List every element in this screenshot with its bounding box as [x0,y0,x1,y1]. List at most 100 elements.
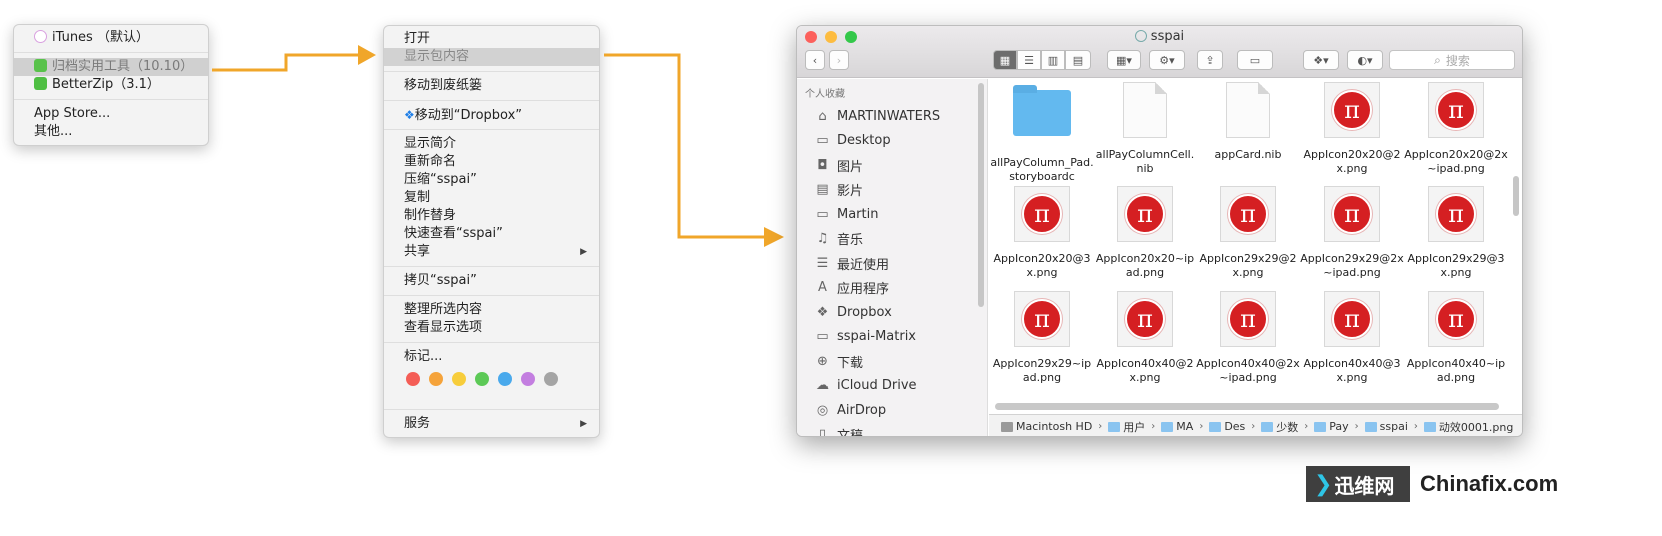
sidebar-item--[interactable]: ▯ 文稿 [797,423,987,436]
arrange-button[interactable]: ▦▾ [1107,50,1141,70]
file-item[interactable]: π AppIcon20x20@2x~ipad.png [1404,82,1508,176]
titlebar: sspai ‹ › ▦ ☰ ▥ ▤ ▦▾ ⚙▾ ⇪ ▭ ❖▾ ◐▾ ⌕ 搜索 [797,26,1522,78]
extension-icon: ◐▾ [1357,53,1373,67]
search-icon: ⌕ [1434,52,1441,67]
icon-view-button[interactable]: ▦ [993,50,1017,70]
column-view-button[interactable]: ▥ [1041,50,1065,70]
image-thumbnail: π [1014,186,1070,242]
dropbox-toolbar-button[interactable]: ❖▾ [1303,50,1339,70]
chevron-right-icon: › [1354,421,1359,432]
file-item[interactable]: π AppIcon40x40@2x~ipad.png [1196,291,1300,385]
file-thumbnail: π [1427,186,1485,244]
sidebar-item-sspai-matrix[interactable]: ▭ sspai-Matrix [797,325,987,350]
file-grid: allPayColumn_Pad.storyboardc allPayColumn… [989,79,1522,414]
file-item[interactable]: π AppIcon20x20~ipad.png [1093,186,1197,280]
file-item[interactable]: π AppIcon29x29@3x.png [1404,186,1508,280]
path-segment[interactable]: Pay [1314,420,1349,433]
sidebar-item-label: 应用程序 [837,282,890,298]
sidebar-item--[interactable]: ▤ 影片 [797,178,987,203]
sidebar-item-label: AirDrop [837,402,887,418]
file-item[interactable]: allPayColumnCell.nib [1093,82,1197,176]
action-button[interactable]: ⚙▾ [1149,50,1185,70]
file-name: allPayColumn_Pad.storyboardc [990,156,1094,183]
file-name: AppIcon20x20@2x.png [1303,148,1401,175]
watermark-site: Chinafix.com [1420,471,1559,496]
folder-icon [1261,421,1274,432]
arrow-head [764,227,784,247]
file-thumbnail: π [1013,186,1071,244]
file-name: AppIcon29x29@3x.png [1407,252,1505,279]
path-segment[interactable]: Macintosh HD [1001,420,1092,433]
arrow-openwith-to-context [212,53,362,72]
pi-logo-icon: π [1228,194,1268,234]
gear-icon: ⚙▾ [1159,53,1175,67]
file-item[interactable]: π AppIcon29x29@2x~ipad.png [1300,186,1404,280]
file-thumbnail: π [1323,82,1381,140]
sidebar-item--[interactable]: ☰ 最近使用 [797,251,987,276]
file-item[interactable]: appCard.nib [1196,82,1300,162]
path-bar: Macintosh HD › 用户 › MA › Des › 少数 › Pay › sspai › 动效00… [989,414,1522,436]
extension-toolbar-button[interactable]: ◐▾ [1347,50,1383,70]
file-thumbnail: π [1219,291,1277,349]
file-item[interactable]: π AppIcon20x20@2x.png [1300,82,1404,176]
sidebar-item--[interactable]: ◘ 图片 [797,153,987,178]
file-item[interactable]: π AppIcon40x40@3x.png [1300,291,1404,385]
file-item[interactable]: allPayColumn_Pad.storyboardc [990,82,1094,184]
file-item[interactable]: π AppIcon29x29~ipad.png [990,291,1094,385]
path-segment-label: Macintosh HD [1016,420,1093,433]
file-thumbnail [1219,82,1277,140]
sidebar-item-martinwaters[interactable]: ⌂ MARTINWATERS [797,104,987,129]
file-thumbnail: π [1427,82,1485,140]
sidebar-item-martin[interactable]: ▭ Martin [797,202,987,227]
sidebar-item-desktop[interactable]: ▭ Desktop [797,129,987,154]
folder-icon [1209,421,1222,432]
horizontal-scrollbar[interactable] [995,403,1499,410]
applications-icon: A [818,280,827,296]
file-item[interactable]: π AppIcon40x40@2x.png [1093,291,1197,385]
folder-icon [1364,421,1377,432]
file-item[interactable]: π AppIcon20x20@3x.png [990,186,1094,280]
sidebar-item--[interactable]: A 应用程序 [797,276,987,301]
desktop-icon: ▭ [816,133,829,149]
tag-icon: ▭ [1249,53,1261,67]
tags-button[interactable]: ▭ [1237,50,1273,70]
sidebar-item-airdrop[interactable]: ◎ AirDrop [797,398,987,423]
file-name: AppIcon40x40~ipad.png [1406,357,1506,384]
file-thumbnail: π [1116,291,1174,349]
sidebar-item-dropbox[interactable]: ❖ Dropbox [797,300,987,325]
sidebar-scrollbar[interactable] [978,83,984,307]
search-field[interactable]: ⌕ 搜索 [1389,50,1515,70]
file-thumbnail: π [1116,186,1174,244]
path-segment[interactable]: Des [1209,420,1245,433]
folder-icon [1423,421,1436,432]
sidebar-item--[interactable]: ♫ 音乐 [797,227,987,252]
path-segment[interactable]: 动效0001.png [1423,419,1513,435]
back-button[interactable]: ‹ [805,50,825,70]
file-item[interactable]: π AppIcon40x40~ipad.png [1404,291,1508,385]
list-view-button[interactable]: ☰ [1017,50,1041,70]
pi-logo-icon: π [1125,194,1165,234]
file-thumbnail: π [1427,291,1485,349]
path-segment[interactable]: sspai [1364,420,1408,433]
file-item[interactable]: π AppIcon29x29@2x.png [1196,186,1300,280]
arrow-context-to-finder [604,53,768,239]
forward-button[interactable]: › [829,50,849,70]
share-button[interactable]: ⇪ [1197,50,1223,70]
chevron-right-icon: › [1251,421,1256,432]
chevron-right-icon: › [1151,421,1156,432]
arrange-icon: ▦▾ [1116,53,1132,67]
image-thumbnail: π [1324,82,1380,138]
file-thumbnail [1116,82,1174,140]
sidebar-item-icloud-drive[interactable]: ☁ iCloud Drive [797,374,987,399]
path-segment[interactable]: 用户 [1108,419,1145,435]
folder-title-icon [1134,30,1147,42]
path-segment[interactable]: MA [1161,420,1193,433]
sidebar-item--[interactable]: ⊕ 下载 [797,349,987,374]
path-segment-label: 少数 [1276,420,1299,434]
image-thumbnail: π [1220,186,1276,242]
window-title: sspai [797,29,1522,44]
vertical-scrollbar[interactable] [1513,176,1519,216]
path-segment-label: sspai [1379,420,1408,433]
path-segment[interactable]: 少数 [1261,419,1298,435]
cover-flow-button[interactable]: ▤ [1065,50,1091,70]
